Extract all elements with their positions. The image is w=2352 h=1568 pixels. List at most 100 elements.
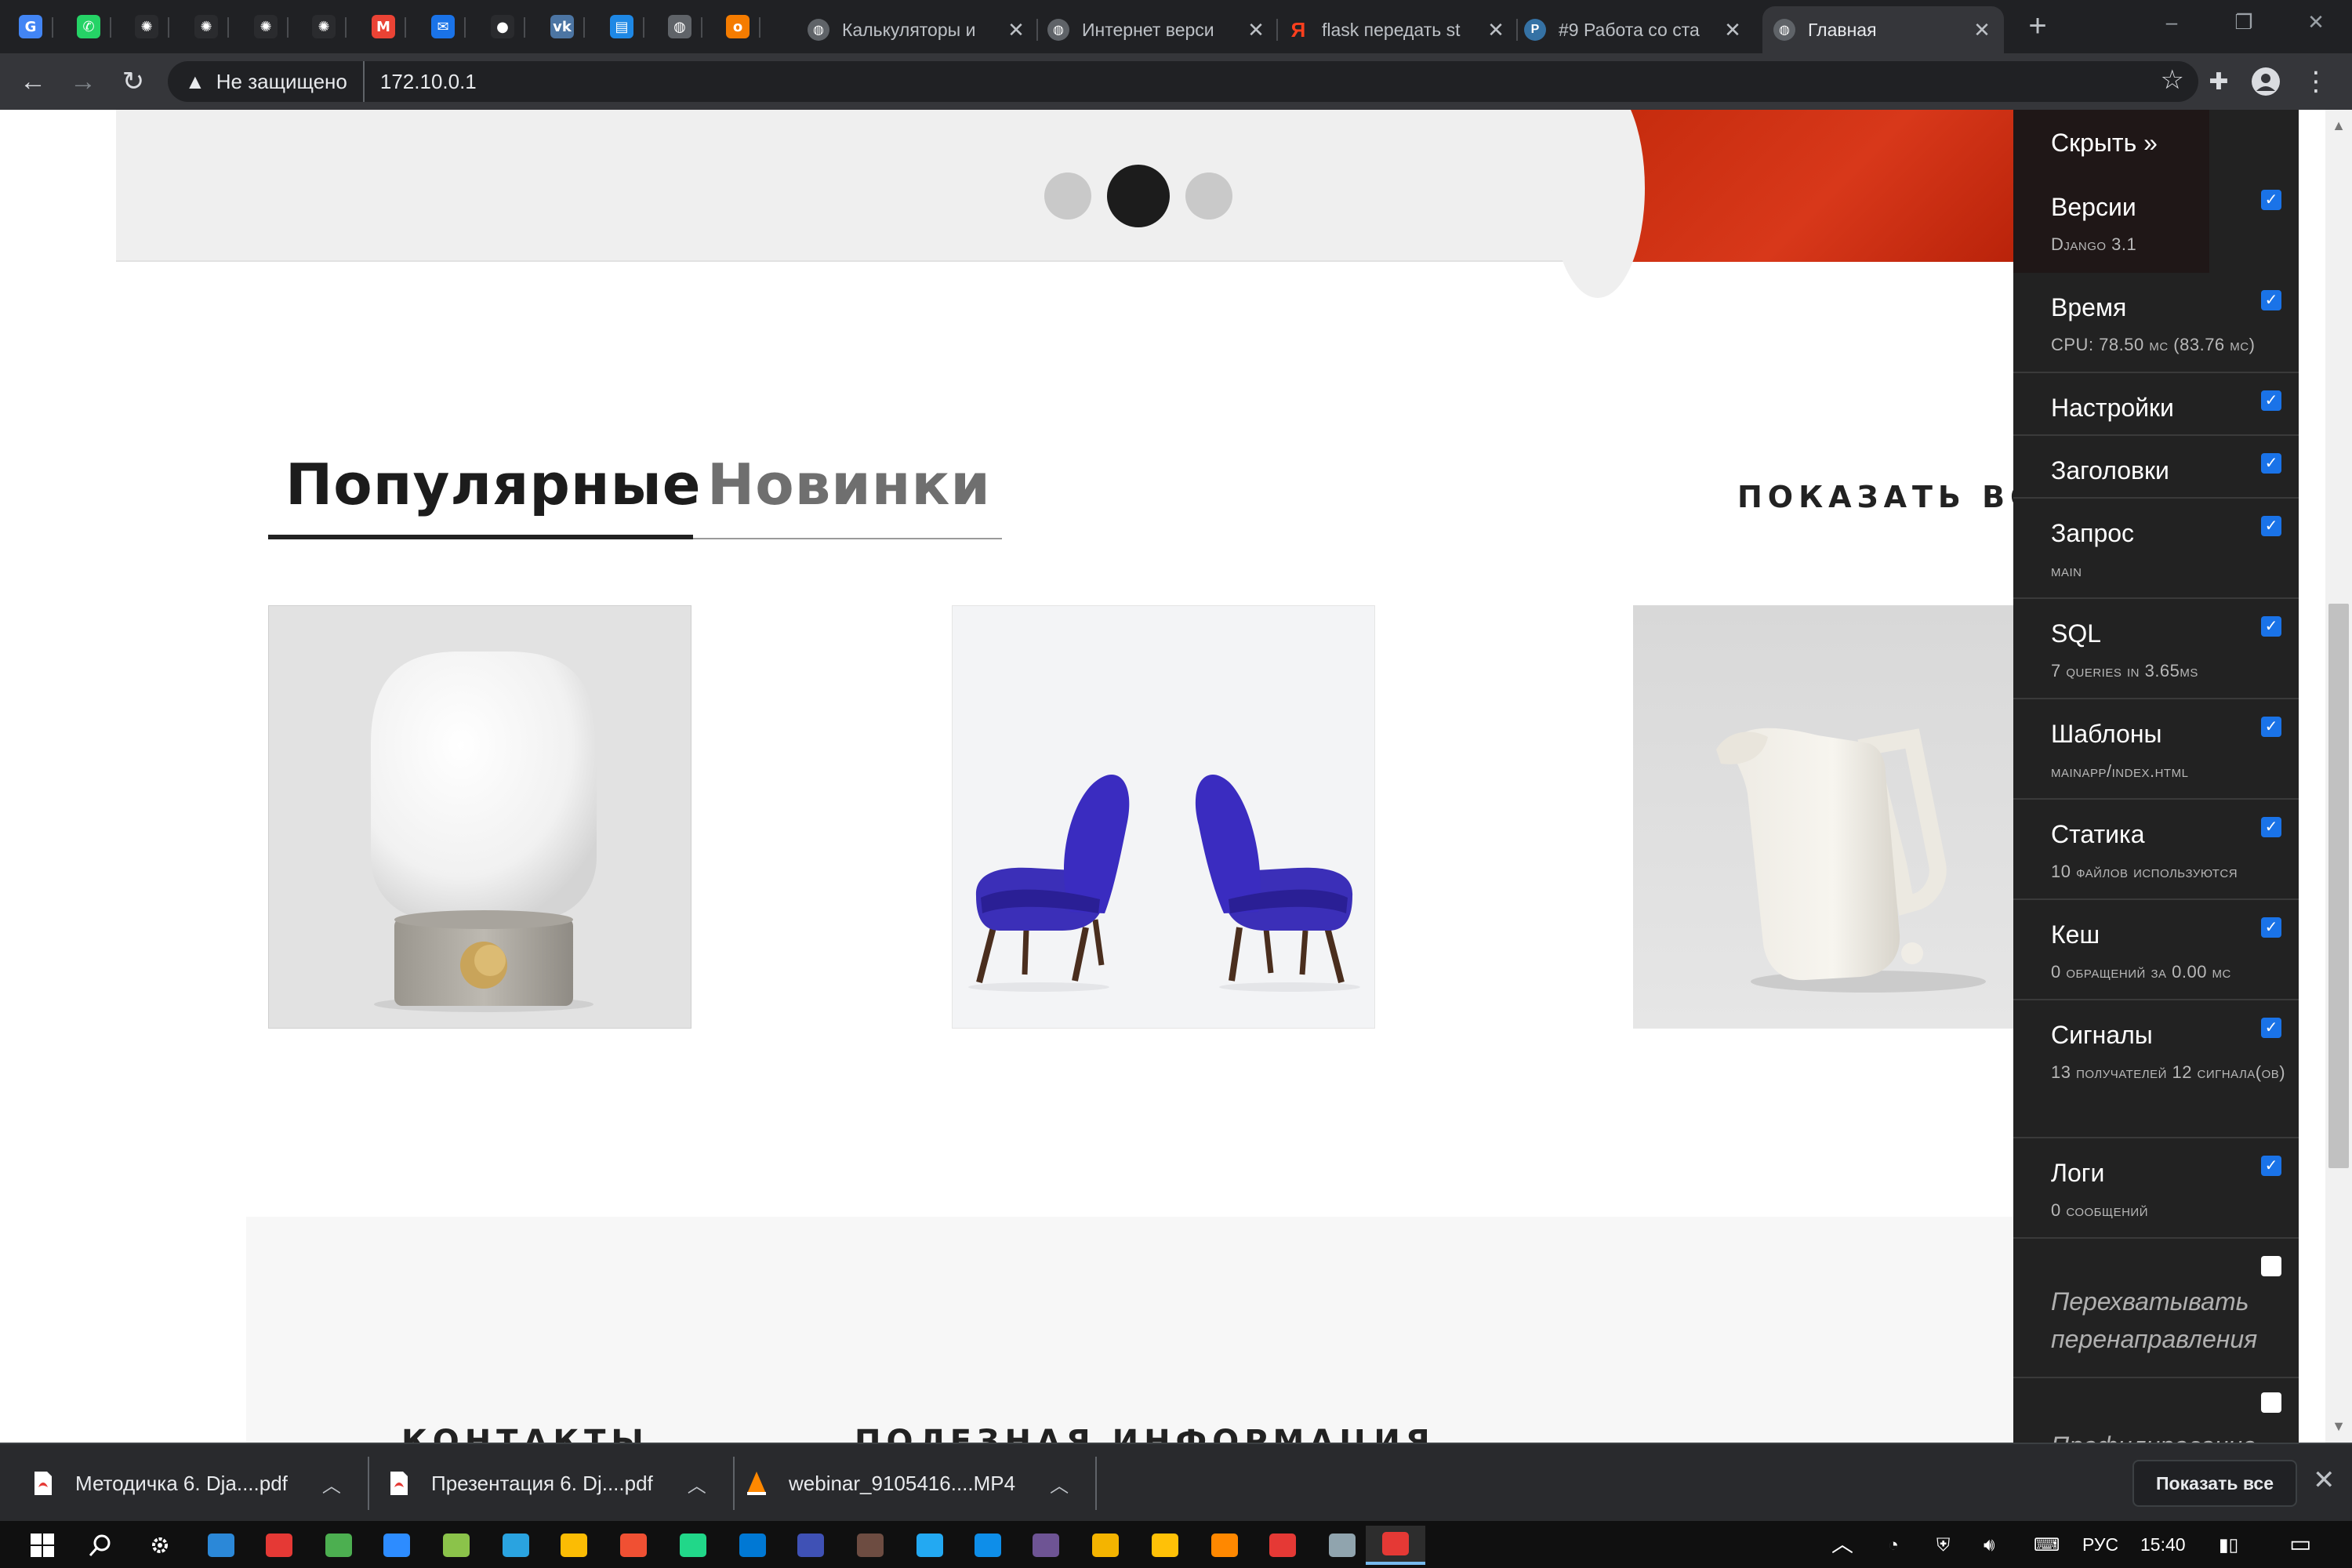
- debug-panel-2[interactable]: Время CPU: 78.50 мс (83.76 мс): [2013, 273, 2299, 373]
- volume-icon[interactable]: 🔊︎: [1984, 1521, 1995, 1568]
- close-window-button[interactable]: ✕: [2280, 0, 2352, 44]
- page-scrollbar[interactable]: ▲ ▼: [2325, 110, 2352, 1443]
- debug-panel-7[interactable]: Шаблоны mainapp/index.html: [2013, 699, 2299, 800]
- debug-panel-10[interactable]: Сигналы 13 получателей 12 сигнала(ов): [2013, 1000, 2299, 1138]
- github-desktop-icon[interactable]: [1016, 1526, 1076, 1565]
- wifi-icon[interactable]: ◔: [1888, 1521, 1899, 1568]
- pinned-tab-github[interactable]: ●: [480, 6, 525, 47]
- debug-panel-checkbox[interactable]: ✓: [2261, 717, 2281, 737]
- carousel-dot-active[interactable]: [1107, 165, 1170, 227]
- debug-panel-9[interactable]: Кеш 0 обращений за 0.00 мс: [2013, 900, 2299, 1000]
- menu-dots-icon[interactable]: ⋮: [2297, 63, 2335, 100]
- chevron-up-icon[interactable]: ︿: [322, 1470, 341, 1497]
- notifications-icon[interactable]: ▭: [2289, 1521, 2311, 1568]
- anydesk-icon[interactable]: [249, 1526, 309, 1565]
- intercept-redirects-checkbox[interactable]: [2261, 1256, 2281, 1276]
- download-item[interactable]: Презентация 6. Dj....pdf ︿: [387, 1444, 735, 1523]
- pinned-tab-openai-2[interactable]: ✺: [183, 6, 229, 47]
- acrobat-icon[interactable]: [1253, 1526, 1312, 1565]
- minimize-button[interactable]: –: [2136, 0, 2208, 44]
- debug-panel-checkbox[interactable]: ✓: [2261, 516, 2281, 536]
- close-tab-icon[interactable]: ✕: [1971, 18, 1993, 42]
- bookmark-star-icon[interactable]: ☆: [2161, 64, 2184, 96]
- save-icon[interactable]: [781, 1526, 840, 1565]
- pinned-tab-translate-app[interactable]: ▤: [599, 6, 644, 47]
- clock[interactable]: 15:40: [2140, 1521, 2186, 1568]
- carousel-dot[interactable]: [1185, 172, 1232, 220]
- chevron-up-icon[interactable]: ︿: [688, 1470, 706, 1497]
- extensions-icon[interactable]: ✚: [2200, 63, 2238, 100]
- app-icon[interactable]: [1366, 1526, 1425, 1565]
- debug-panel-4[interactable]: Заголовки: [2013, 436, 2299, 499]
- debug-toolbar-hide-button[interactable]: Скрыть »: [2013, 110, 2209, 172]
- debug-panel-8[interactable]: Статика 10 файлов используются: [2013, 800, 2299, 900]
- close-tab-icon[interactable]: ✕: [1005, 18, 1027, 42]
- snipping-icon[interactable]: [309, 1526, 368, 1565]
- tab-2[interactable]: ◍ Интернет верси ✕: [1036, 6, 1278, 53]
- pinned-tab-openai-1[interactable]: ✺: [124, 6, 169, 47]
- debug-panel-checkbox[interactable]: ✓: [2261, 1156, 2281, 1176]
- download-item[interactable]: webinar_9105416....MP4 ︿: [745, 1444, 1098, 1523]
- tab-popular[interactable]: Популярные: [285, 452, 702, 517]
- pycharm-icon[interactable]: [663, 1526, 723, 1565]
- scroll-down-icon[interactable]: ▼: [2325, 1418, 2352, 1435]
- tab-5[interactable]: ◍ Главная ✕: [1762, 6, 2004, 53]
- profile-icon[interactable]: [2247, 63, 2285, 100]
- debug-panel-checkbox[interactable]: ✓: [2261, 917, 2281, 938]
- teamviewer-icon[interactable]: [958, 1526, 1018, 1565]
- remote-desktop-icon[interactable]: [191, 1526, 251, 1565]
- scrollbar-thumb[interactable]: [2328, 604, 2349, 1168]
- debug-panel-5[interactable]: Запрос main: [2013, 499, 2299, 599]
- debug-panel-3[interactable]: Настройки: [2013, 373, 2299, 436]
- profiling-checkbox[interactable]: [2261, 1392, 2281, 1413]
- debug-panel-checkbox[interactable]: ✓: [2261, 453, 2281, 474]
- keyboard-icon[interactable]: ⌨: [2034, 1521, 2060, 1568]
- close-tab-icon[interactable]: ✕: [1722, 18, 1744, 42]
- paint-icon[interactable]: [1312, 1526, 1372, 1565]
- chart-icon[interactable]: ▮▯: [2219, 1521, 2238, 1568]
- debug-panel-6[interactable]: SQL 7 queries in 3.65ms: [2013, 599, 2299, 699]
- reload-icon[interactable]: ↻: [114, 63, 152, 100]
- debug-panel-checkbox[interactable]: ✓: [2261, 817, 2281, 837]
- pinned-tab-vk[interactable]: vk: [539, 6, 585, 47]
- windows-start-icon[interactable]: [14, 1526, 74, 1565]
- vscode-icon[interactable]: [900, 1526, 960, 1565]
- tab-4[interactable]: P #9 Работа со ста ✕: [1513, 6, 1755, 53]
- chevron-up-icon[interactable]: ︿: [1831, 1521, 1853, 1568]
- debug-panel-checkbox[interactable]: ✓: [2261, 616, 2281, 637]
- chrome-icon[interactable]: [544, 1526, 604, 1565]
- back-icon[interactable]: ←: [14, 63, 52, 100]
- debug-panel-11[interactable]: Логи 0 сообщений: [2013, 1138, 2299, 1239]
- url-text[interactable]: 172.10.0.1: [380, 70, 477, 94]
- close-tab-icon[interactable]: ✕: [1245, 18, 1267, 42]
- security-chip[interactable]: ▲ Не защищено: [168, 61, 365, 102]
- download-item[interactable]: Методичка 6. Dja....pdf ︿: [31, 1444, 369, 1523]
- tab-1[interactable]: ◍ Калькуляторы и ✕: [797, 6, 1038, 53]
- new-tab-button[interactable]: +: [2020, 8, 2056, 44]
- vlc-icon[interactable]: [1195, 1526, 1254, 1565]
- language-indicator[interactable]: РУС: [2082, 1521, 2118, 1568]
- chevron-up-icon[interactable]: ︿: [1050, 1470, 1069, 1497]
- pinned-tab-gmail[interactable]: M: [361, 6, 406, 47]
- debug-panel-checkbox[interactable]: ✓: [2261, 390, 2281, 411]
- pinned-tab-whatsapp[interactable]: ✆: [66, 6, 111, 47]
- debug-panel-checkbox[interactable]: ✓: [2261, 290, 2281, 310]
- debug-panel-checkbox[interactable]: ✓: [2261, 190, 2281, 210]
- debug-intercept-redirects[interactable]: Перехватывать перенаправления: [2013, 1239, 2299, 1378]
- settings-icon[interactable]: [132, 1526, 191, 1565]
- downloads-show-all-button[interactable]: Показать все: [2132, 1460, 2297, 1507]
- minecraft-icon[interactable]: [840, 1526, 900, 1565]
- pinned-tab-globe[interactable]: ◍: [657, 6, 702, 47]
- product-card-jug[interactable]: [1633, 605, 2013, 1029]
- telegram-icon[interactable]: [486, 1526, 546, 1565]
- winscp-icon[interactable]: [1076, 1526, 1135, 1565]
- git-icon[interactable]: [604, 1526, 663, 1565]
- file-explorer-icon[interactable]: [1135, 1526, 1195, 1565]
- forward-icon[interactable]: →: [64, 63, 102, 100]
- pinned-tab-google-translate[interactable]: G: [8, 6, 53, 47]
- product-card-lamp[interactable]: [268, 605, 691, 1029]
- close-icon[interactable]: ✕: [2313, 1465, 2336, 1496]
- close-tab-icon[interactable]: ✕: [1485, 18, 1507, 42]
- pinned-tab-ok[interactable]: o: [715, 6, 760, 47]
- search-icon[interactable]: [72, 1526, 132, 1565]
